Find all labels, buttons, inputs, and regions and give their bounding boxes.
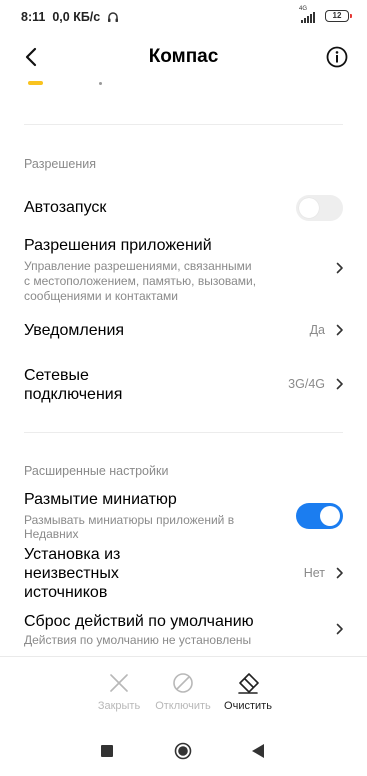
block-icon (173, 673, 193, 693)
blur-title: Размытие миниатюр (24, 491, 177, 508)
status-left: 8:11 0,0 КБ/с (21, 10, 119, 24)
eraser-icon (238, 673, 259, 694)
section-title-permissions: Разрешения (24, 157, 97, 171)
headphones-icon (108, 12, 119, 22)
toggle-knob (299, 198, 319, 218)
battery-icon: 12 (325, 10, 352, 22)
toggle-knob (320, 506, 340, 526)
bottom-action-bar: Закрыть Отключить Очистить (0, 656, 367, 728)
chevron-right-icon (336, 378, 343, 390)
status-bar: 8:11 0,0 КБ/с 4G 12 (0, 0, 367, 34)
autostart-toggle[interactable] (296, 195, 343, 221)
yellow-mark (28, 81, 43, 85)
reset-defaults-subtitle: Действия по умолчанию не установлены (24, 633, 252, 647)
network-value: 3G/4G (288, 377, 325, 391)
notifications-value: Да (309, 323, 325, 337)
app-permissions-subtitle-3: сообщениями и контактами (24, 289, 179, 303)
status-right: 4G 12 (299, 6, 352, 23)
network-title-line-1: Сетевые (24, 367, 89, 384)
blur-subtitle-2: Недавних (24, 527, 79, 541)
chevron-right-icon (336, 623, 343, 635)
home-icon[interactable] (174, 742, 192, 760)
page-title: Компас (148, 46, 219, 67)
signal-icon: 4G (299, 6, 319, 23)
autostart-label: Автозапуск (24, 199, 107, 216)
scrolled-dot (99, 82, 102, 85)
divider (24, 432, 343, 433)
back-triangle-icon[interactable] (251, 743, 265, 759)
app-permissions-title: Разрешения приложений (24, 237, 212, 254)
notifications-title: Уведомления (24, 322, 125, 339)
status-time: 8:11 (21, 10, 46, 24)
unknown-sources-value: Нет (303, 566, 325, 580)
status-speed: 0,0 КБ/с (52, 10, 101, 24)
blur-subtitle-1: Размывать миниатюры приложений в (24, 513, 235, 527)
clear-label: Очистить (224, 700, 272, 712)
section-title-advanced: Расширенные настройки (24, 464, 169, 478)
unknown-sources-title-3: источников (24, 584, 108, 601)
app-header: Компас (0, 34, 367, 80)
chevron-right-icon (336, 262, 343, 274)
unknown-sources-title-1: Установка из (24, 546, 121, 563)
chevron-right-icon (336, 567, 343, 579)
unknown-sources-title-2: неизвестных (24, 565, 119, 582)
recent-apps-icon[interactable] (101, 745, 113, 757)
chevron-right-icon (336, 324, 343, 336)
battery-level: 12 (332, 11, 342, 20)
clear-button[interactable]: Очистить (208, 657, 288, 729)
divider (24, 124, 343, 125)
blur-toggle[interactable] (296, 503, 343, 529)
app-permissions-subtitle-2: с местоположением, памятью, вызовами, (24, 274, 257, 288)
app-permissions-subtitle-1: Управление разрешениями, связанными (24, 259, 252, 273)
close-x-icon (110, 674, 128, 692)
system-nav-bar (0, 728, 367, 776)
reset-defaults-title: Сброс действий по умолчанию (24, 613, 254, 630)
info-circle-icon[interactable] (325, 45, 349, 69)
network-title-line-2: подключения (24, 386, 123, 403)
